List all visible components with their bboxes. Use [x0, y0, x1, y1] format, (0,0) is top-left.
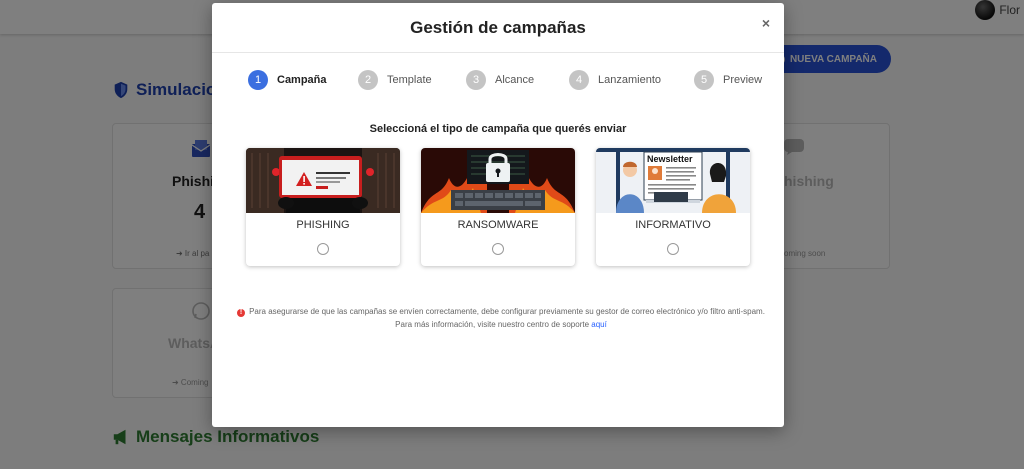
- campaign-option-informativo[interactable]: Newsletter INFORMATIVO: [596, 148, 750, 266]
- ransomware-illustration: [421, 148, 575, 213]
- phishing-illustration: [246, 148, 400, 213]
- step-number: 2: [358, 70, 378, 90]
- step-number: 4: [569, 70, 589, 90]
- campaign-option-label: RANSOMWARE: [457, 219, 539, 231]
- step-number: 5: [694, 70, 714, 90]
- step-label: Preview: [723, 74, 763, 86]
- modal-header: Gestión de campañas ×: [212, 3, 784, 53]
- step-scope[interactable]: 3 Alcance: [466, 70, 534, 90]
- newsletter-heading: Newsletter: [647, 154, 693, 164]
- step-template[interactable]: 2 Template: [358, 70, 432, 90]
- step-launch[interactable]: 4 Lanzamiento: [569, 70, 661, 90]
- email-config-notice: ! Para asegurarse de que las campañas se …: [236, 305, 766, 331]
- step-label: Campaña: [277, 74, 327, 86]
- campaign-type-prompt: Seleccioná el tipo de campaña que querés…: [369, 123, 627, 135]
- newsletter-illustration: Newsletter: [596, 148, 750, 213]
- campaign-option-phishing[interactable]: PHISHING: [246, 148, 400, 266]
- campaign-option-ransomware[interactable]: RANSOMWARE: [421, 148, 575, 266]
- step-label: Lanzamiento: [598, 74, 661, 86]
- step-number: 3: [466, 70, 486, 90]
- campaign-option-radio[interactable]: [667, 243, 679, 255]
- step-campaign[interactable]: 1 Campaña: [248, 70, 327, 90]
- campaign-management-modal: Gestión de campañas × 1 Campaña 2 Templa…: [212, 3, 784, 427]
- step-label: Template: [387, 74, 432, 86]
- exclamation-circle-icon: !: [237, 309, 246, 317]
- campaign-option-radio[interactable]: [317, 243, 329, 255]
- modal-title: Gestión de campañas: [410, 18, 586, 37]
- campaign-option-radio[interactable]: [492, 243, 504, 255]
- wizard-stepper: 1 Campaña 2 Template 3 Alcance 4 Lanzami…: [248, 70, 768, 92]
- step-label: Alcance: [495, 74, 535, 86]
- support-link[interactable]: aquí: [591, 320, 607, 329]
- step-preview[interactable]: 5 Preview: [694, 70, 762, 90]
- step-number: 1: [248, 70, 268, 90]
- campaign-option-label: INFORMATIVO: [635, 219, 711, 231]
- close-button[interactable]: ×: [758, 15, 774, 31]
- notice-text: Para asegurarse de que las campañas se e…: [249, 307, 765, 329]
- campaign-option-label: PHISHING: [296, 219, 350, 231]
